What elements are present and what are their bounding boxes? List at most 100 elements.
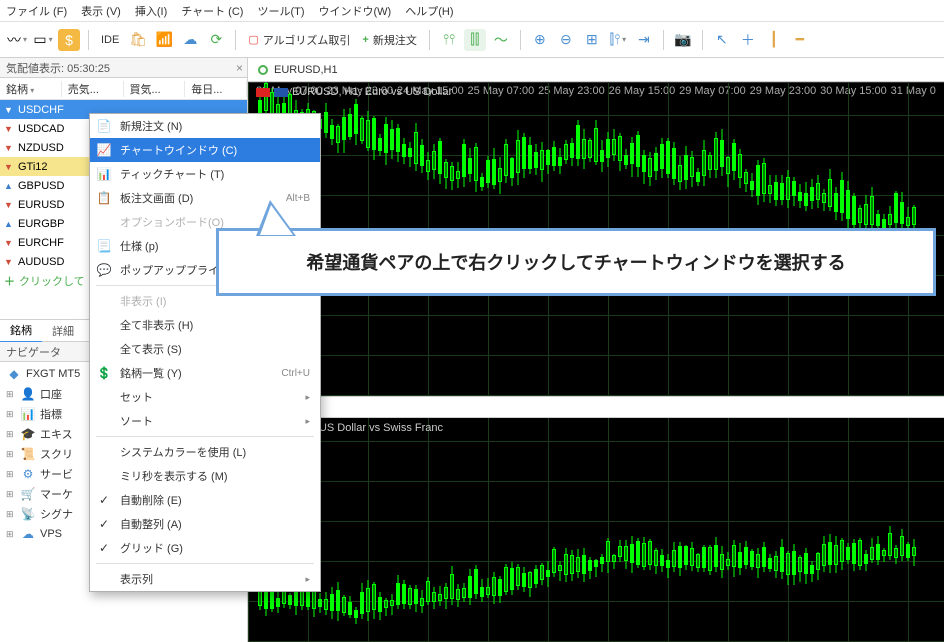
expand-icon[interactable]: ⊞ [6, 449, 16, 460]
expand-icon[interactable]: ⊞ [6, 429, 16, 440]
new-order-button[interactable]: + 新規注文 [358, 32, 420, 48]
menu-item[interactable]: 表示列 [90, 567, 320, 591]
scroll-end-icon[interactable]: ⇥ [633, 29, 655, 51]
menu-tool[interactable]: ツール(T) [257, 3, 304, 19]
menu-file[interactable]: ファイル (F) [6, 3, 67, 19]
nav-label: VPS [40, 528, 62, 540]
zoom-out-icon[interactable]: ⊖ [555, 29, 577, 51]
marketwatch-title: 気配値表示: 05:30:25 [6, 60, 110, 76]
algo-trade-button[interactable]: ▢ アルゴリズム取引 [244, 32, 354, 48]
col-symbol[interactable]: 銘柄 [0, 81, 62, 97]
menu-item[interactable]: ミリ秒を表示する (M) [90, 464, 320, 488]
menu-item[interactable]: 全て表示 (S) [90, 337, 320, 361]
indicator-icon[interactable]: ⫿⫯ [607, 29, 629, 51]
cursor-icon[interactable]: ↖ [711, 29, 733, 51]
shop-icon[interactable]: 🛍 [127, 29, 149, 51]
chart-area: EURUSD,H1 EURUSD, H1: Euro vs US Dollar … [248, 58, 944, 642]
expand-icon[interactable]: ⊞ [6, 489, 16, 500]
plus-icon: ＋ [4, 273, 15, 289]
col-sell[interactable]: 売気... [62, 81, 124, 97]
bar-chart-icon[interactable]: ⫯⫯ [438, 29, 460, 51]
refresh-icon[interactable]: ⟳ [205, 29, 227, 51]
tab-symbols[interactable]: 銘柄 [0, 319, 42, 343]
menu-item[interactable]: 📄新規注文 (N) [90, 114, 320, 138]
hline-icon[interactable]: ━ [789, 29, 811, 51]
menu-label: システムカラーを使用 (L) [120, 444, 246, 460]
dollar-button[interactable]: $ [58, 29, 80, 51]
menubar: ファイル (F) 表示 (V) 挿入(I) チャート (C) ツール(T) ウイ… [0, 0, 944, 22]
menu-chart[interactable]: チャート (C) [181, 3, 243, 19]
separator [429, 30, 430, 50]
col-daily[interactable]: 毎日... [185, 81, 247, 97]
nav-label: サービ [40, 466, 73, 482]
menu-label: 全て表示 (S) [120, 341, 182, 357]
symbol-label: GBPUSD [18, 180, 64, 192]
nav-icon: 👤 [20, 387, 36, 401]
cloud-icon[interactable]: ☁ [179, 29, 201, 51]
menu-item[interactable]: 📈チャートウインドウ (C) [90, 138, 320, 162]
menu-item[interactable]: 全て非表示 (H) [90, 313, 320, 337]
expand-icon[interactable]: ⊞ [6, 409, 16, 420]
symbol-label: EURUSD [18, 199, 64, 211]
marketwatch-columns: 銘柄 売気... 買気... 毎日... [0, 78, 247, 100]
zoom-in-icon[interactable]: ⊕ [529, 29, 551, 51]
nav-label: マーケ [40, 486, 73, 502]
menu-label: 仕様 (p) [120, 238, 159, 254]
line-chart-icon[interactable]: 〜 [490, 29, 512, 51]
camera-icon[interactable]: 📷 [672, 29, 694, 51]
chart-indicator-icon [258, 65, 268, 75]
crosshair-icon[interactable]: ＋ [737, 29, 759, 51]
expand-icon[interactable]: ⊞ [6, 509, 16, 520]
col-buy[interactable]: 買気... [124, 81, 186, 97]
menu-label: ティックチャート (T) [120, 166, 224, 182]
trend-down-icon: ▼ [4, 124, 14, 134]
menu-window[interactable]: ウインドウ(W) [319, 3, 392, 19]
menu-item[interactable]: ソート [90, 409, 320, 433]
signal-icon[interactable]: 📶 [153, 29, 175, 51]
callout-text: 希望通貨ペアの上で右クリックしてチャートウィンドウを選択する [216, 228, 936, 296]
menu-icon: 📃 [96, 239, 112, 253]
line-type-dropdown[interactable]: 〰 [6, 29, 28, 51]
menu-item[interactable]: セット [90, 385, 320, 409]
chart2-body[interactable]: SDCHF, H1: US Dollar vs Swiss Franc [248, 418, 944, 642]
expand-icon[interactable]: ⊞ [6, 529, 16, 540]
callout-arrow [256, 200, 296, 236]
candle-chart-icon[interactable]: ⫿⫿ [464, 29, 486, 51]
vline-icon[interactable]: ┃ [763, 29, 785, 51]
chart1-ohlc-label: EURUSD, H1: Euro vs US Dollar [256, 86, 452, 98]
menu-label: 表示列 [120, 571, 153, 587]
menu-item[interactable]: 📊ティックチャート (T) [90, 162, 320, 186]
separator [235, 30, 236, 50]
menu-item[interactable]: ✓自動整列 (A) [90, 512, 320, 536]
symbol-label: GTi12 [18, 161, 48, 173]
menu-insert[interactable]: 挿入(I) [135, 3, 167, 19]
flag-icon [274, 88, 288, 97]
nav-icon: 📜 [20, 447, 36, 461]
marketwatch-header: 気配値表示: 05:30:25 × [0, 58, 247, 78]
menu-item[interactable]: 💲銘柄一覧 (Y)Ctrl+U [90, 361, 320, 385]
grid-icon[interactable]: ⊞ [581, 29, 603, 51]
tab-details[interactable]: 詳細 [42, 320, 84, 342]
menu-separator [96, 436, 314, 437]
menu-icon: ✓ [96, 493, 112, 507]
menu-icon: ✓ [96, 541, 112, 555]
menu-item[interactable]: ✓自動削除 (E) [90, 488, 320, 512]
trend-down-icon: ▼ [4, 238, 14, 248]
nav-label: 口座 [40, 386, 62, 402]
nav-icon: 🛒 [20, 487, 36, 501]
menu-item[interactable]: システムカラーを使用 (L) [90, 440, 320, 464]
chart1-tab[interactable]: EURUSD,H1 [248, 58, 944, 82]
instruction-callout: 希望通貨ペアの上で右クリックしてチャートウィンドウを選択する [216, 228, 936, 296]
ide-button[interactable]: IDE [97, 34, 123, 46]
trend-down-icon: ▼ [4, 143, 14, 153]
menu-help[interactable]: ヘルプ(H) [405, 3, 453, 19]
expand-icon[interactable]: ⊞ [6, 469, 16, 480]
menu-icon: 📋 [96, 191, 112, 205]
chart2-tab[interactable]: F,H1 [248, 396, 944, 418]
close-icon[interactable]: × [236, 61, 243, 75]
menu-item[interactable]: ✓グリッド (G) [90, 536, 320, 560]
timeframe-dropdown[interactable]: ▭ [32, 29, 54, 51]
nav-label: スクリ [40, 446, 73, 462]
menu-view[interactable]: 表示 (V) [81, 3, 121, 19]
expand-icon[interactable]: ⊞ [6, 389, 16, 400]
